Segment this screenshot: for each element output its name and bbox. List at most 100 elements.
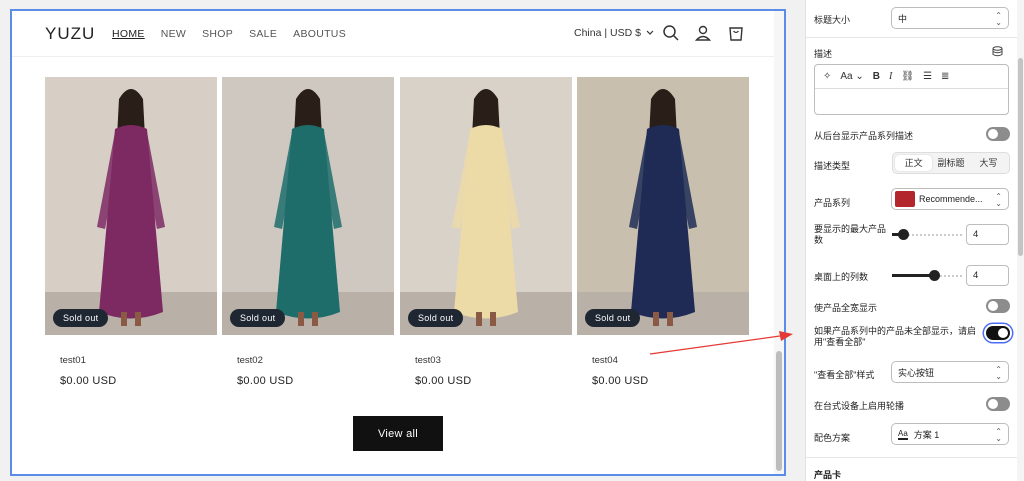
settings-scrollbar[interactable] [1017, 0, 1024, 481]
slider-handle[interactable] [929, 270, 940, 281]
sold-out-badge: Sold out [585, 309, 641, 327]
slider-handle[interactable] [898, 229, 909, 240]
sold-out-badge: Sold out [53, 309, 109, 327]
database-icon[interactable] [992, 46, 1003, 57]
nav-new[interactable]: NEW [161, 28, 186, 40]
carousel-toggle[interactable] [986, 397, 1010, 411]
locale-label: China | USD $ [574, 27, 641, 39]
main-nav: HOME NEW SHOP SALE ABOUTUS [112, 28, 346, 40]
locale-selector[interactable]: China | USD $ [574, 27, 654, 39]
collection-label: 产品系列 [814, 198, 851, 208]
italic-icon[interactable]: I [889, 71, 892, 82]
show-collection-desc-toggle[interactable] [986, 127, 1010, 141]
view-all-style-value: 实心按钮 [898, 367, 935, 378]
carousel-label: 在台式设备上启用轮播 [814, 401, 905, 411]
model-photo [45, 77, 217, 335]
slider-fill [892, 274, 934, 277]
desc-style-option-body[interactable]: 正文 [895, 155, 933, 171]
product-title[interactable]: test02 [237, 355, 394, 366]
product-card[interactable]: Sold out test01 $0.00 USD [45, 77, 217, 387]
product-image[interactable] [222, 77, 394, 335]
desc-style-option-uppercase[interactable]: 大写 [970, 155, 1007, 171]
text-style-icon[interactable]: Aa ⌄ [840, 71, 863, 82]
product-price: $0.00 USD [592, 375, 649, 387]
desc-style-option-subtitle[interactable]: 副标题 [932, 155, 969, 171]
editor-root: YUZU HOME NEW SHOP SALE ABOUTUS China | … [0, 0, 1024, 481]
toggle-knob [998, 328, 1008, 338]
nav-shop[interactable]: SHOP [202, 28, 233, 40]
store-logo[interactable]: YUZU [45, 24, 95, 44]
sold-out-badge: Sold out [408, 309, 464, 327]
model-photo [577, 77, 749, 335]
store-header: YUZU HOME NEW SHOP SALE ABOUTUS China | … [12, 11, 776, 57]
search-icon[interactable] [662, 24, 680, 42]
color-scheme-label: 配色方案 [814, 433, 851, 443]
updown-chevron-icon: ⌃ ⌄ [995, 11, 1002, 27]
model-photo [400, 77, 572, 335]
product-card[interactable]: Sold out test04 $0.00 USD [577, 77, 749, 387]
numbered-list-icon[interactable]: ≣ [941, 71, 949, 82]
view-all-toggle[interactable] [986, 326, 1010, 340]
toggle-knob [988, 399, 998, 409]
store-preview-frame: YUZU HOME NEW SHOP SALE ABOUTUS China | … [10, 9, 786, 476]
collection-value: Recommende... [919, 194, 983, 204]
view-all-toggle-label: 如果产品系列中的产品未全部显示，请启用"查看全部" [814, 326, 977, 347]
product-title[interactable]: test04 [592, 355, 749, 366]
nav-aboutus[interactable]: ABOUTUS [293, 28, 346, 40]
heading-size-select[interactable]: 中 ⌃ ⌄ [891, 7, 1009, 29]
show-collection-desc-label: 从后台显示产品系列描述 [814, 131, 914, 141]
heading-size-value: 中 [898, 13, 908, 24]
toggle-knob [988, 129, 998, 139]
settings-panel: 标题大小 中 ⌃ ⌄ 描述 ✧ Aa ⌄ B I ⛓ ☰ ≣ 从后台显示产品系列描… [805, 0, 1024, 481]
max-products-input[interactable]: 4 [966, 224, 1009, 245]
desc-style-segmented: 正文 副标题 大写 [892, 152, 1010, 174]
settings-scrollbar-thumb[interactable] [1018, 58, 1023, 256]
collection-select[interactable]: Recommende... ⌃ ⌄ [891, 188, 1009, 210]
nav-sale[interactable]: SALE [249, 28, 277, 40]
columns-desktop-label: 桌面上的列数 [814, 272, 869, 282]
max-products-label: 要显示的最大产品数 [814, 224, 887, 245]
max-products-slider[interactable] [892, 229, 964, 241]
nav-home[interactable]: HOME [112, 28, 145, 40]
color-scheme-value: 方案 1 [913, 429, 940, 440]
color-scheme-select[interactable]: Aa 方案 1 ⌃ ⌄ [891, 423, 1009, 445]
preview-scrollbar-thumb[interactable] [776, 351, 782, 471]
product-image[interactable] [577, 77, 749, 335]
updown-chevron-icon: ⌃ ⌄ [995, 365, 1002, 381]
magic-icon[interactable]: ✧ [823, 71, 831, 82]
view-all-button[interactable]: View all [353, 416, 443, 451]
full-width-toggle[interactable] [986, 299, 1010, 313]
model-photo [222, 77, 394, 335]
columns-desktop-slider[interactable] [892, 270, 964, 282]
description-editor[interactable]: ✧ Aa ⌄ B I ⛓ ☰ ≣ [814, 64, 1009, 115]
account-icon[interactable] [694, 24, 712, 42]
view-all-style-select[interactable]: 实心按钮 ⌃ ⌄ [891, 361, 1009, 383]
link-icon[interactable]: ⛓ [901, 71, 914, 82]
desc-style-label: 描述类型 [814, 161, 851, 171]
product-card[interactable]: Sold out test02 $0.00 USD [222, 77, 394, 387]
collection-thumbnail [895, 191, 915, 207]
updown-chevron-icon: ⌃ ⌄ [995, 427, 1002, 443]
divider [806, 457, 1018, 458]
divider [806, 37, 1018, 38]
color-scheme-swatch-icon: Aa [898, 428, 908, 440]
bold-icon[interactable]: B [873, 71, 880, 82]
preview-scrollbar[interactable] [774, 11, 784, 474]
product-price: $0.00 USD [237, 375, 294, 387]
product-price: $0.00 USD [60, 375, 117, 387]
product-image[interactable] [45, 77, 217, 335]
preview-pane: YUZU HOME NEW SHOP SALE ABOUTUS China | … [0, 0, 800, 481]
product-card[interactable]: Sold out test03 $0.00 USD [400, 77, 572, 387]
bullet-list-icon[interactable]: ☰ [923, 71, 932, 82]
product-image[interactable] [400, 77, 572, 335]
description-label: 描述 [814, 49, 833, 59]
editor-toolbar: ✧ Aa ⌄ B I ⛓ ☰ ≣ [815, 65, 1008, 89]
product-title[interactable]: test01 [60, 355, 217, 366]
view-all-style-label: "查看全部"样式 [814, 370, 875, 380]
product-title[interactable]: test03 [415, 355, 572, 366]
cart-icon[interactable] [727, 24, 745, 42]
columns-desktop-input[interactable]: 4 [966, 265, 1009, 286]
chevron-down-icon [646, 30, 654, 35]
updown-chevron-icon: ⌃ ⌄ [995, 192, 1002, 208]
product-card-heading: 产品卡 [814, 470, 842, 480]
